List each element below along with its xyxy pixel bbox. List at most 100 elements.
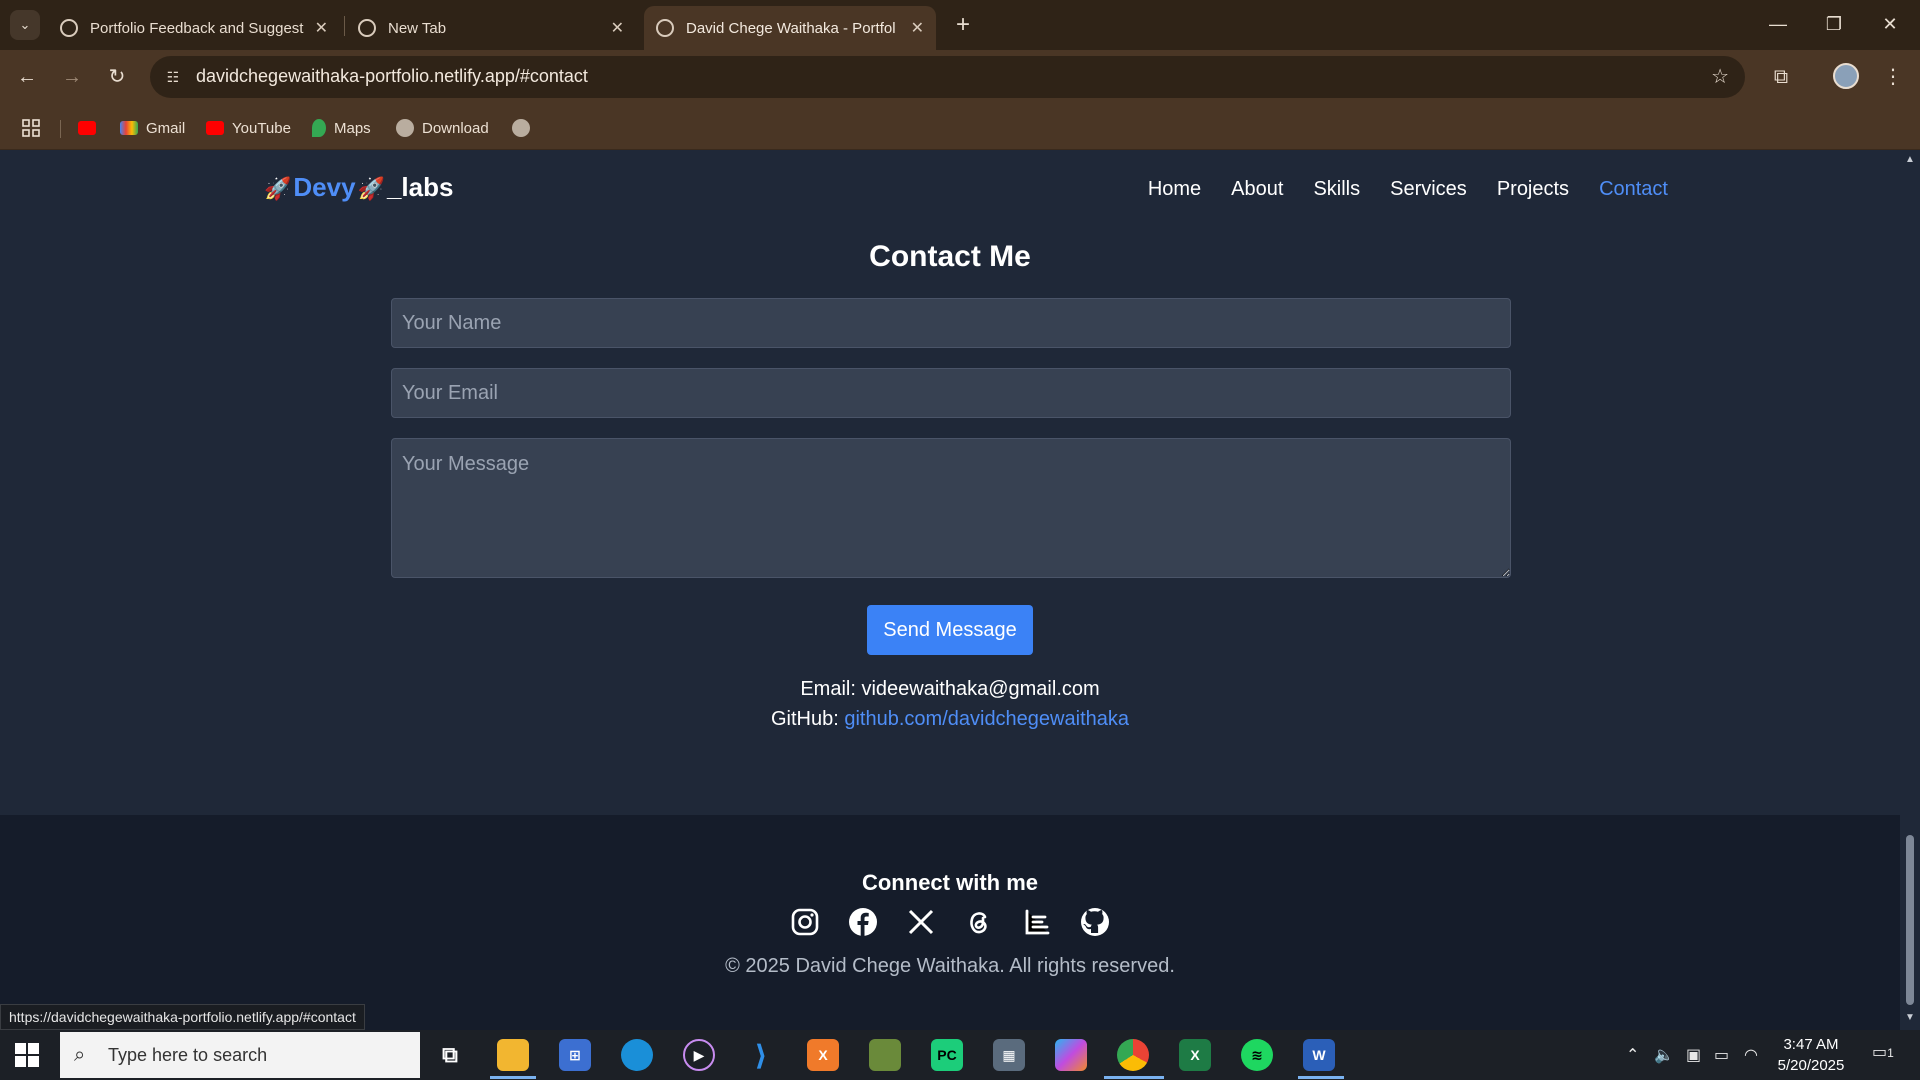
github-label: GitHub: [771,708,845,730]
site-info-icon[interactable]: ☷ [162,66,184,88]
bookmark-download[interactable]: Download [396,116,489,140]
search-icon: ⌕ [74,1044,86,1066]
bookmark-star-icon[interactable]: ☆ [1711,64,1729,89]
site-nav: Home About Skills Services Projects Cont… [1148,178,1668,201]
tab-portfolio[interactable]: David Chege Waithaka - Portfol ✕ [644,6,936,50]
microsoft-365-icon[interactable] [1055,1039,1087,1071]
browser-toolbar: ← → ↻ ☷ davidchegewaithaka-portfolio.net… [0,50,1920,104]
taskbar-search-placeholder: Type here to search [108,1045,268,1065]
globe-icon [512,119,530,137]
contact-github-line: GitHub: github.com/davidchegewaithaka [0,708,1900,731]
active-app-indicator [1104,1076,1164,1079]
email-label: Email: [800,678,862,700]
tab-portfolio-feedback[interactable]: Portfolio Feedback and Suggest ✕ [48,6,340,50]
chevron-up-icon[interactable]: ⌃ [1626,1045,1639,1065]
apps-icon[interactable] [22,116,40,140]
bookmark-label: YouTube [232,119,291,137]
windows-taskbar: ⌕ Type here to search ⧉ ⊞ ▶ ⟩ X PC ▦ X ≋… [0,1030,1920,1080]
facebook-icon[interactable] [848,907,878,937]
x-icon[interactable] [906,907,936,937]
media-player-icon[interactable]: ▶ [683,1039,715,1071]
nav-projects[interactable]: Projects [1497,178,1569,201]
github-link[interactable]: github.com/davidchegewaithaka [844,708,1129,730]
close-icon[interactable]: ✕ [611,18,624,38]
vscode-icon[interactable]: ⟩ [745,1039,777,1071]
message-textarea[interactable] [391,438,1511,578]
windows-start-icon[interactable] [14,1042,40,1068]
url-text[interactable]: davidchegewaithaka-portfolio.netlify.app… [196,66,588,87]
close-icon[interactable]: ✕ [911,18,924,38]
globe-icon [656,19,674,37]
nav-home[interactable]: Home [1148,178,1201,201]
minimize-button[interactable]: — [1758,8,1798,40]
connect-title: Connect with me [861,870,1038,895]
battery-icon[interactable]: ▭ [1714,1045,1729,1065]
medium-icon[interactable] [1022,907,1052,937]
tab-search-button[interactable]: ⌄ [10,10,40,40]
name-input[interactable] [391,298,1511,348]
instagram-icon[interactable] [790,907,820,937]
bookmark-label: Gmail [146,119,186,137]
restore-button[interactable]: ❐ [1814,8,1854,40]
extensions-icon[interactable]: ⧉ [1766,62,1796,92]
window-close-button[interactable]: ✕ [1870,8,1910,40]
nav-skills[interactable]: Skills [1313,178,1360,201]
nav-about[interactable]: About [1231,178,1283,201]
chrome-icon[interactable] [1117,1039,1149,1071]
email-input[interactable] [391,368,1511,418]
tab-title: Portfolio Feedback and Suggest [90,19,304,37]
tab-new-tab[interactable]: New Tab ✕ [346,6,636,50]
excel-icon[interactable]: X [1179,1039,1211,1071]
edge-icon[interactable] [621,1039,653,1071]
file-explorer-icon[interactable] [497,1039,529,1071]
taskbar-search[interactable]: ⌕ Type here to search [60,1032,420,1078]
microsoft-store-icon[interactable]: ⊞ [559,1039,591,1071]
reload-button[interactable]: ↻ [102,62,132,92]
scroll-up-arrow[interactable]: ▲ [1903,154,1917,165]
wifi-icon[interactable]: ◠ [1744,1045,1758,1065]
github-icon[interactable] [1080,907,1110,937]
dev-tool-icon[interactable] [869,1039,901,1071]
menu-icon[interactable]: ⋮ [1878,62,1908,92]
clock-time: 3:47 AM [1783,1036,1839,1053]
xampp-icon[interactable]: X [807,1039,839,1071]
new-tab-button[interactable]: + [950,10,976,40]
bookmark-globe[interactable] [512,116,538,140]
task-view-icon[interactable]: ⧉ [434,1039,466,1071]
send-message-button[interactable]: Send Message [867,605,1033,655]
back-button[interactable]: ← [12,62,42,92]
nav-contact[interactable]: Contact [1599,178,1668,201]
calculator-icon[interactable]: ▦ [993,1039,1025,1071]
profile-avatar[interactable] [1833,63,1859,89]
volume-icon[interactable]: 🔈 [1654,1045,1674,1065]
bookmark-gmail[interactable]: Gmail [120,116,185,140]
bookmark-maps[interactable]: Maps [312,116,371,140]
threads-icon[interactable] [964,907,994,937]
bookmark-youtube-shortcut[interactable] [78,116,104,140]
tab-divider [344,16,345,36]
scroll-down-arrow[interactable]: ▼ [1903,1012,1917,1023]
word-icon[interactable]: W [1303,1039,1335,1071]
scrollbar-thumb[interactable] [1906,835,1914,1005]
close-icon[interactable]: ✕ [315,18,328,38]
system-clock[interactable]: 3:47 AM 5/20/2025 [1776,1034,1846,1076]
youtube-icon [206,121,224,135]
gmail-icon [120,121,138,135]
notifications-icon[interactable]: ▭1 [1872,1042,1894,1062]
globe-icon [396,119,414,137]
forward-button[interactable]: → [57,62,87,92]
social-links [0,907,1900,937]
nav-services[interactable]: Services [1390,178,1467,201]
logo-suffix: _labs [386,172,454,202]
site-footer: Connect with me © 2025 David Chege Waith… [0,815,1900,1030]
pycharm-icon[interactable]: PC [931,1039,963,1071]
youtube-icon [78,121,96,135]
bookmark-label: Maps [334,119,371,137]
active-app-indicator [490,1076,536,1079]
maps-icon [312,119,326,137]
bookmark-youtube[interactable]: YouTube [206,116,291,140]
site-logo[interactable]: 🚀Devy🚀_labs [262,172,453,203]
spotify-icon[interactable]: ≋ [1241,1039,1273,1071]
address-bar[interactable]: ☷ davidchegewaithaka-portfolio.netlify.a… [150,56,1745,98]
meet-now-icon[interactable]: ▣ [1686,1045,1701,1065]
